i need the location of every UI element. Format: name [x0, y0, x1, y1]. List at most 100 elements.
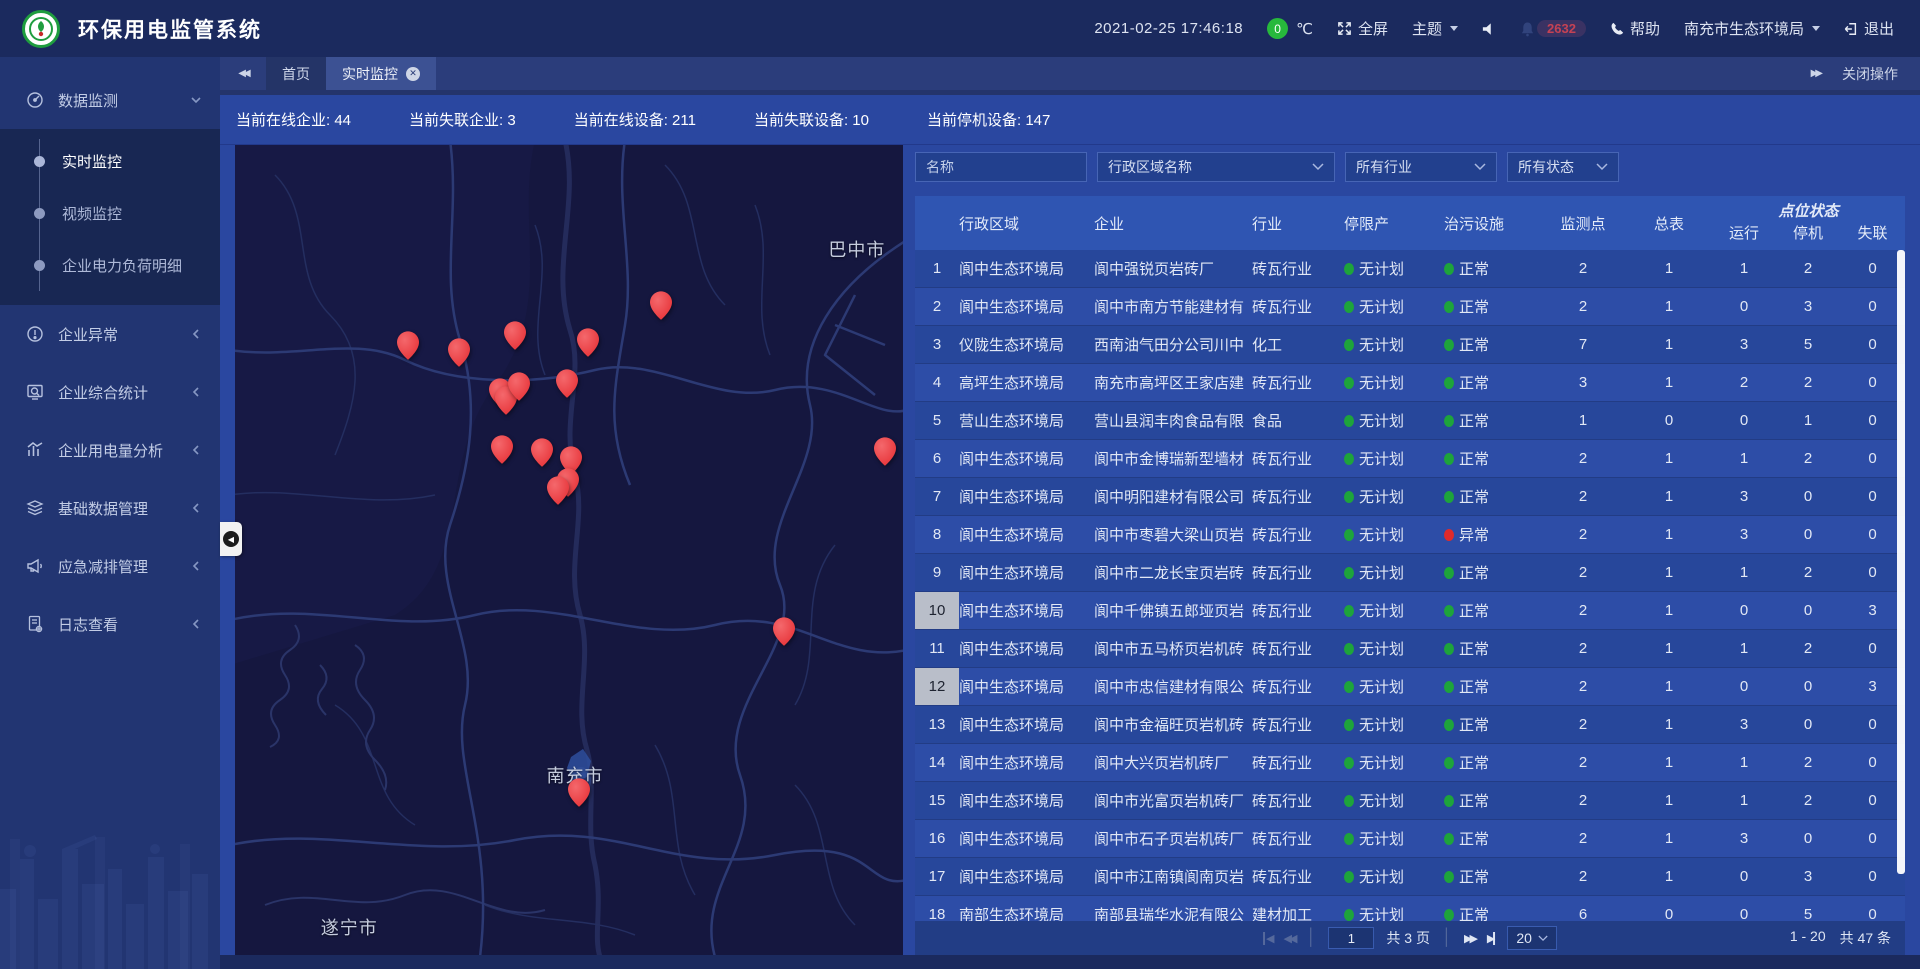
region-select[interactable]: 行政区域名称 — [1097, 152, 1335, 182]
map-pin-9[interactable] — [556, 369, 578, 399]
logout-button[interactable]: 退出 — [1844, 18, 1894, 39]
cell-stopped-count: 0 — [1776, 820, 1840, 857]
status-dot-green — [1344, 795, 1354, 807]
map-panel[interactable]: 巴中市南充市遂宁市 — [235, 145, 903, 955]
cell-region: 阆中生态环境局 — [959, 668, 1094, 705]
tab-home[interactable]: 首页 — [266, 57, 326, 90]
tabs-scroll-right-button[interactable]: ▶▶ — [1811, 68, 1820, 79]
col-header-monitor-points[interactable]: 监测点 — [1540, 196, 1626, 250]
cell-industry: 砖瓦行业 — [1252, 668, 1344, 705]
sidebar-item-3[interactable]: 企业综合统计 — [0, 363, 220, 421]
col-header-running[interactable]: 运行 — [1712, 222, 1776, 243]
notifications-button[interactable]: 2632 — [1520, 20, 1586, 37]
col-header-company[interactable]: 企业 — [1094, 196, 1252, 250]
row-index: 11 — [915, 630, 959, 667]
table-row[interactable]: 5营山生态环境局营山县润丰肉食品有限食品无计划正常10010 — [915, 402, 1905, 440]
table-row[interactable]: 7阆中生态环境局阆中明阳建材有限公司砖瓦行业无计划正常21300 — [915, 478, 1905, 516]
page-number-input[interactable] — [1328, 927, 1374, 949]
table-row[interactable]: 11阆中生态环境局阆中市五马桥页岩机砖砖瓦行业无计划正常21120 — [915, 630, 1905, 668]
map-pin-17[interactable] — [568, 778, 590, 808]
close-operations-button[interactable]: 关闭操作 — [1842, 64, 1898, 84]
next-page-button[interactable]: ▶▶ — [1464, 932, 1475, 945]
col-header-total-meter[interactable]: 总表 — [1626, 196, 1712, 250]
map-pin-3[interactable] — [504, 321, 526, 351]
industry-select[interactable]: 所有行业 — [1345, 152, 1497, 182]
sidebar-item-2[interactable]: 企业异常 — [0, 305, 220, 363]
filter-bar: 名称 行政区域名称 所有行业 所有状态 — [915, 152, 1905, 184]
cell-production-limit: 无计划 — [1344, 744, 1444, 781]
tab-realtime-monitor[interactable]: 实时监控 ✕ — [326, 57, 436, 90]
table-row[interactable]: 2阆中生态环境局阆中市南方节能建材有砖瓦行业无计划正常21030 — [915, 288, 1905, 326]
user-dropdown[interactable]: 南充市生态环境局 — [1684, 18, 1820, 39]
cell-monitor-points: 2 — [1540, 516, 1626, 553]
map-pin-5[interactable] — [650, 291, 672, 321]
tabs-scroll-left-button[interactable]: ◀◀ — [220, 57, 266, 90]
scrollbar-thumb[interactable] — [1897, 250, 1905, 874]
col-header-industry[interactable]: 行业 — [1252, 196, 1344, 250]
table-row[interactable]: 17阆中生态环境局阆中市江南镇阆南页岩砖瓦行业无计划正常21030 — [915, 858, 1905, 896]
sound-toggle-button[interactable] — [1482, 22, 1496, 36]
table-scrollbar[interactable] — [1897, 250, 1905, 921]
table-row[interactable]: 15阆中生态环境局阆中市光富页岩机砖厂砖瓦行业无计划正常21120 — [915, 782, 1905, 820]
table-row[interactable]: 4高坪生态环境局南充市高坪区王家店建砖瓦行业无计划正常31220 — [915, 364, 1905, 402]
chevron-down-icon — [1312, 163, 1324, 171]
status-dot-green — [1344, 377, 1354, 389]
sidebar-item-5[interactable]: 基础数据管理 — [0, 479, 220, 537]
map-pin-11[interactable] — [531, 438, 553, 468]
map-pin-10[interactable] — [491, 435, 513, 465]
table-row[interactable]: 12阆中生态环境局阆中市忠信建材有限公砖瓦行业无计划正常21003 — [915, 668, 1905, 706]
sidebar-item-6[interactable]: 应急减排管理 — [0, 537, 220, 595]
sidebar-subitem[interactable]: 实时监控 — [0, 135, 220, 187]
help-button[interactable]: 帮助 — [1610, 18, 1660, 39]
last-page-button[interactable]: ▶ — [1487, 932, 1495, 945]
sidebar-collapse-button[interactable]: ◀ — [220, 522, 242, 556]
prev-page-button[interactable]: ◀◀ — [1284, 932, 1295, 945]
map-pin-15[interactable] — [874, 437, 896, 467]
sidebar-subitem[interactable]: 企业电力负荷明细 — [0, 239, 220, 291]
col-header-pollution-facility[interactable]: 治污设施 — [1444, 196, 1540, 250]
sidebar-item-7[interactable]: 日志查看 — [0, 595, 220, 653]
map-pin-14[interactable] — [547, 476, 569, 506]
table-row[interactable]: 14阆中生态环境局阆中大兴页岩机砖厂砖瓦行业无计划正常21120 — [915, 744, 1905, 782]
map-pin-2[interactable] — [448, 338, 470, 368]
sidebar-item-1[interactable]: 数据监测 — [0, 71, 220, 129]
map-pin-8[interactable] — [508, 372, 530, 402]
tab-close-icon[interactable]: ✕ — [406, 67, 420, 81]
col-header-region[interactable]: 行政区域 — [959, 196, 1094, 250]
table-row[interactable]: 6阆中生态环境局阆中市金博瑞新型墙材砖瓦行业无计划正常21120 — [915, 440, 1905, 478]
col-header-offline[interactable]: 失联 — [1840, 222, 1905, 243]
cell-production-limit: 无计划 — [1344, 554, 1444, 591]
table-row[interactable]: 3仪陇生态环境局西南油气田分公司川中化工无计划正常71350 — [915, 326, 1905, 364]
map-pin-4[interactable] — [577, 328, 599, 358]
first-page-button[interactable]: ◀ — [1263, 932, 1271, 945]
status-select[interactable]: 所有状态 — [1507, 152, 1619, 182]
sidebar-item-4[interactable]: 企业用电量分析 — [0, 421, 220, 479]
table-row[interactable]: 16阆中生态环境局阆中市石子页岩机砖厂砖瓦行业无计划正常21300 — [915, 820, 1905, 858]
col-header-production-limit[interactable]: 停限产 — [1344, 196, 1444, 250]
table-row[interactable]: 1阆中生态环境局阆中强锐页岩砖厂砖瓦行业无计划正常21120 — [915, 250, 1905, 288]
status-dot-green — [1444, 909, 1454, 921]
cell-company: 阆中市忠信建材有限公 — [1094, 668, 1252, 705]
col-header-stopped[interactable]: 停机 — [1776, 222, 1840, 243]
page-size-select[interactable]: 20 — [1507, 926, 1557, 950]
map-pin-16[interactable] — [773, 617, 795, 647]
table-row[interactable]: 10阆中生态环境局阆中千佛镇五郎垭页岩砖瓦行业无计划正常21003 — [915, 592, 1905, 630]
map-pin-1[interactable] — [397, 331, 419, 361]
sidebar-submenu: 实时监控视频监控企业电力负荷明细 — [0, 129, 220, 305]
table-row[interactable]: 18南部生态环境局南部县瑞华水泥有限公建材加工无计划正常60050 — [915, 896, 1905, 921]
fullscreen-button[interactable]: 全屏 — [1337, 18, 1388, 39]
theme-dropdown[interactable]: 主题 — [1412, 18, 1458, 39]
phone-icon — [1610, 22, 1624, 36]
range-values: 1 - 20 — [1790, 928, 1826, 948]
name-search-input[interactable]: 名称 — [915, 152, 1087, 182]
cell-total-meter: 1 — [1626, 706, 1712, 743]
table-row[interactable]: 8阆中生态环境局阆中市枣碧大梁山页岩砖瓦行业无计划异常21300 — [915, 516, 1905, 554]
cell-region: 阆中生态环境局 — [959, 554, 1094, 591]
cell-total-meter: 1 — [1626, 516, 1712, 553]
table-row[interactable]: 13阆中生态环境局阆中市金福旺页岩机砖砖瓦行业无计划正常21300 — [915, 706, 1905, 744]
cell-stopped-count: 2 — [1776, 440, 1840, 477]
sidebar-subitem[interactable]: 视频监控 — [0, 187, 220, 239]
cell-pollution-facility: 正常 — [1444, 820, 1540, 857]
table-row[interactable]: 9阆中生态环境局阆中市二龙长宝页岩砖砖瓦行业无计划正常21120 — [915, 554, 1905, 592]
cell-company: 阆中千佛镇五郎垭页岩 — [1094, 592, 1252, 629]
